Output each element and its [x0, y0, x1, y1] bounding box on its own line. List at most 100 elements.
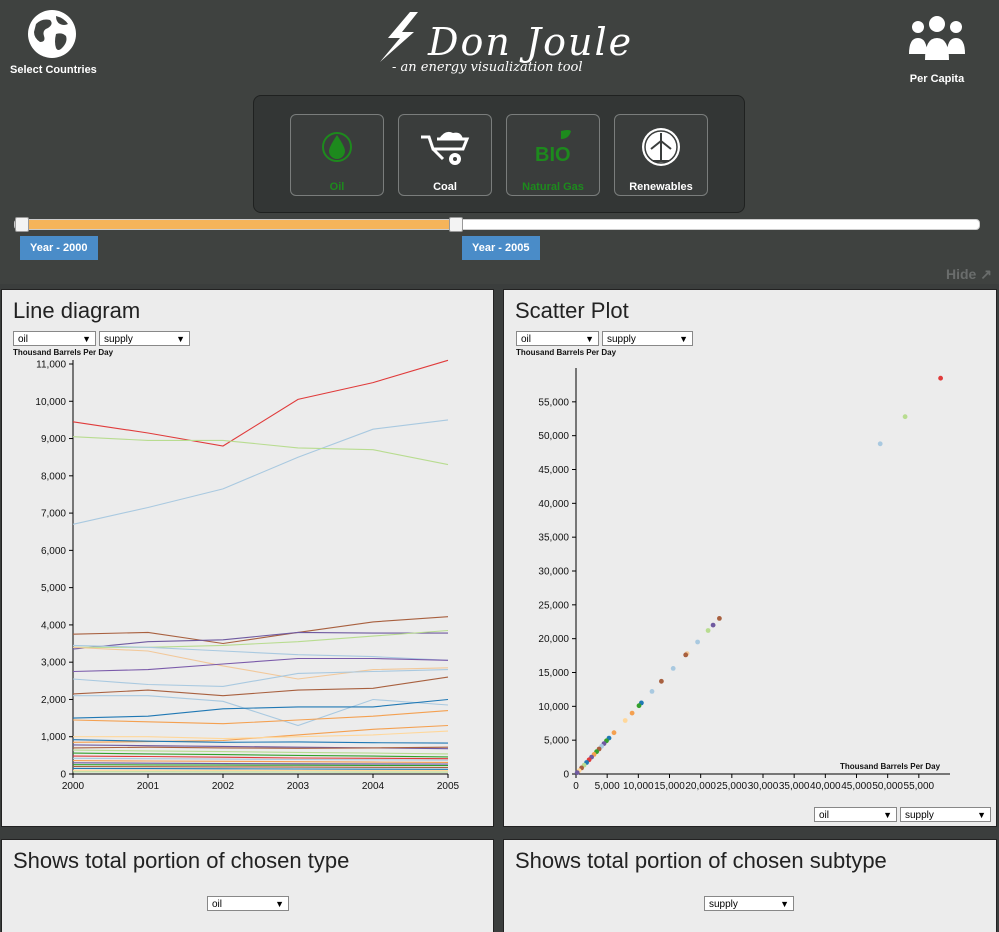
- type-button-coal[interactable]: Coal: [398, 114, 492, 196]
- per-capita-label: Per Capita: [909, 73, 965, 85]
- dropdown-arrow-icon: ▼: [883, 810, 892, 820]
- scatter-point: [659, 678, 664, 684]
- line-type-select-value: oil: [18, 334, 29, 345]
- dropdown-arrow-icon: ▼: [585, 334, 594, 344]
- scatter-point: [636, 703, 642, 709]
- hide-header-button[interactable]: Hide ↗: [946, 266, 992, 283]
- y-tick-label: 45,000: [538, 465, 569, 476]
- year-end-handle[interactable]: [449, 217, 463, 232]
- y-tick-label: 0: [563, 770, 569, 781]
- scatter-point: [695, 639, 700, 645]
- year-start-handle[interactable]: [15, 217, 29, 232]
- header: Select Countries Don Joule - an energy v…: [0, 0, 999, 284]
- wind-turbine-icon: [642, 128, 680, 166]
- series-line: [72, 419, 449, 525]
- type-label-coal: Coal: [433, 181, 457, 193]
- app-logo: Don Joule - an energy visualization tool: [372, 6, 631, 86]
- type-portion-title: Shows total portion of chosen type: [13, 848, 350, 873]
- x-tick-label: 20,000: [685, 781, 716, 792]
- wheelbarrow-icon: [421, 131, 470, 165]
- year-end-label: Year - 2005: [462, 236, 540, 260]
- scatter-x-type-select-value: oil: [819, 810, 830, 821]
- type-portion-panel: Shows total portion of chosen type oil ▼: [1, 839, 494, 932]
- y-tick-label: 15,000: [538, 668, 569, 679]
- line-subtype-select[interactable]: supply ▼: [99, 331, 190, 346]
- scatter-point: [629, 710, 635, 716]
- scatter-point: [705, 628, 711, 633]
- scatter-subtype-select[interactable]: supply ▼: [602, 331, 693, 346]
- y-tick-label: 3,000: [41, 658, 66, 669]
- year-start-label: Year - 2000: [20, 236, 98, 260]
- scatter-point: [649, 689, 655, 694]
- y-tick-label: 35,000: [538, 533, 569, 544]
- logo-subtitle: - an energy visualization tool: [392, 60, 583, 75]
- scatter-point: [710, 622, 716, 628]
- scatter-subtype-select-value: supply: [607, 334, 636, 345]
- energy-type-selector: Oil Coal BIO Natural Gas Renewables: [253, 95, 745, 213]
- series-line: [73, 730, 449, 740]
- subtype-portion-select[interactable]: supply ▼: [704, 896, 794, 911]
- y-tick-label: 50,000: [538, 431, 569, 442]
- bio-icon: BIO: [535, 130, 571, 166]
- x-tick-label: 40,000: [810, 781, 841, 792]
- series-line: [72, 646, 449, 680]
- scatter-point: [622, 718, 628, 723]
- y-tick-label: 9,000: [41, 434, 66, 445]
- x-tick-label: 5,000: [595, 781, 620, 792]
- x-tick-label: 15,000: [654, 781, 685, 792]
- scatter-point: [683, 652, 689, 658]
- x-tick-label: 50,000: [872, 781, 903, 792]
- dropdown-arrow-icon: ▼: [679, 334, 688, 344]
- scatter-type-select[interactable]: oil ▼: [516, 331, 599, 346]
- subtype-portion-select-value: supply: [709, 899, 738, 910]
- x-tick-label: 25,000: [717, 781, 748, 792]
- people-group-icon: [909, 16, 965, 60]
- select-countries-label: Select Countries: [10, 64, 97, 76]
- y-tick-label: 5,000: [544, 736, 569, 747]
- logo-title: Don Joule: [428, 20, 634, 64]
- scatter-point: [670, 666, 676, 671]
- y-tick-label: 10,000: [538, 702, 569, 713]
- y-tick-label: 1,000: [41, 732, 66, 743]
- subtype-portion-panel: Shows total portion of chosen subtype su…: [503, 839, 997, 932]
- scatter-type-select-value: oil: [521, 334, 532, 345]
- series-line: [72, 616, 449, 645]
- year-range-slider[interactable]: [14, 217, 980, 232]
- y-tick-label: 2,000: [41, 695, 66, 706]
- x-tick-label: 10,000: [623, 781, 654, 792]
- subtype-portion-title: Shows total portion of chosen subtype: [515, 848, 887, 873]
- scatter-x-unit-label: Thousand Barrels Per Day: [840, 762, 941, 771]
- y-tick-label: 0: [60, 770, 66, 781]
- type-portion-select[interactable]: oil ▼: [207, 896, 289, 911]
- line-subtype-select-value: supply: [104, 334, 133, 345]
- scatter-point: [877, 441, 883, 447]
- type-button-oil[interactable]: Oil: [290, 114, 384, 196]
- x-tick-label: 2001: [137, 781, 160, 792]
- line-diagram-title: Line diagram: [13, 298, 141, 323]
- x-tick-label: 2004: [362, 781, 385, 792]
- y-tick-label: 5,000: [41, 583, 66, 594]
- scatter-x-type-select[interactable]: oil ▼: [814, 807, 897, 822]
- scatter-x-subtype-select-value: supply: [905, 810, 934, 821]
- series-line: [72, 746, 449, 749]
- hide-label: Hide: [946, 266, 977, 282]
- line-diagram-panel: Line diagram oil ▼ supply ▼ Thousand Barre…: [1, 289, 494, 827]
- y-tick-label: 30,000: [538, 567, 569, 578]
- type-button-natural-gas[interactable]: BIO Natural Gas: [506, 114, 600, 196]
- type-button-renewables[interactable]: Renewables: [614, 114, 708, 196]
- svg-text:BIO: BIO: [535, 144, 571, 166]
- scatter-point: [902, 414, 908, 420]
- x-tick-label: 2000: [62, 781, 85, 792]
- line-type-select[interactable]: oil ▼: [13, 331, 96, 346]
- dropdown-arrow-icon: ▼: [275, 899, 284, 909]
- lightning-bolt-icon: [380, 12, 418, 62]
- select-countries-button[interactable]: Select Countries: [10, 8, 97, 84]
- dropdown-arrow-icon: ▼: [977, 810, 986, 820]
- y-tick-label: 4,000: [41, 620, 66, 631]
- scatter-x-subtype-select[interactable]: supply ▼: [900, 807, 991, 822]
- scatter-point: [574, 770, 580, 775]
- type-label-natural-gas: Natural Gas: [522, 181, 584, 193]
- per-capita-button[interactable]: Per Capita: [900, 14, 974, 90]
- x-tick-label: 55,000: [904, 781, 935, 792]
- scatter-chart: 05,00010,00015,00020,00025,00030,00035,0…: [538, 368, 950, 792]
